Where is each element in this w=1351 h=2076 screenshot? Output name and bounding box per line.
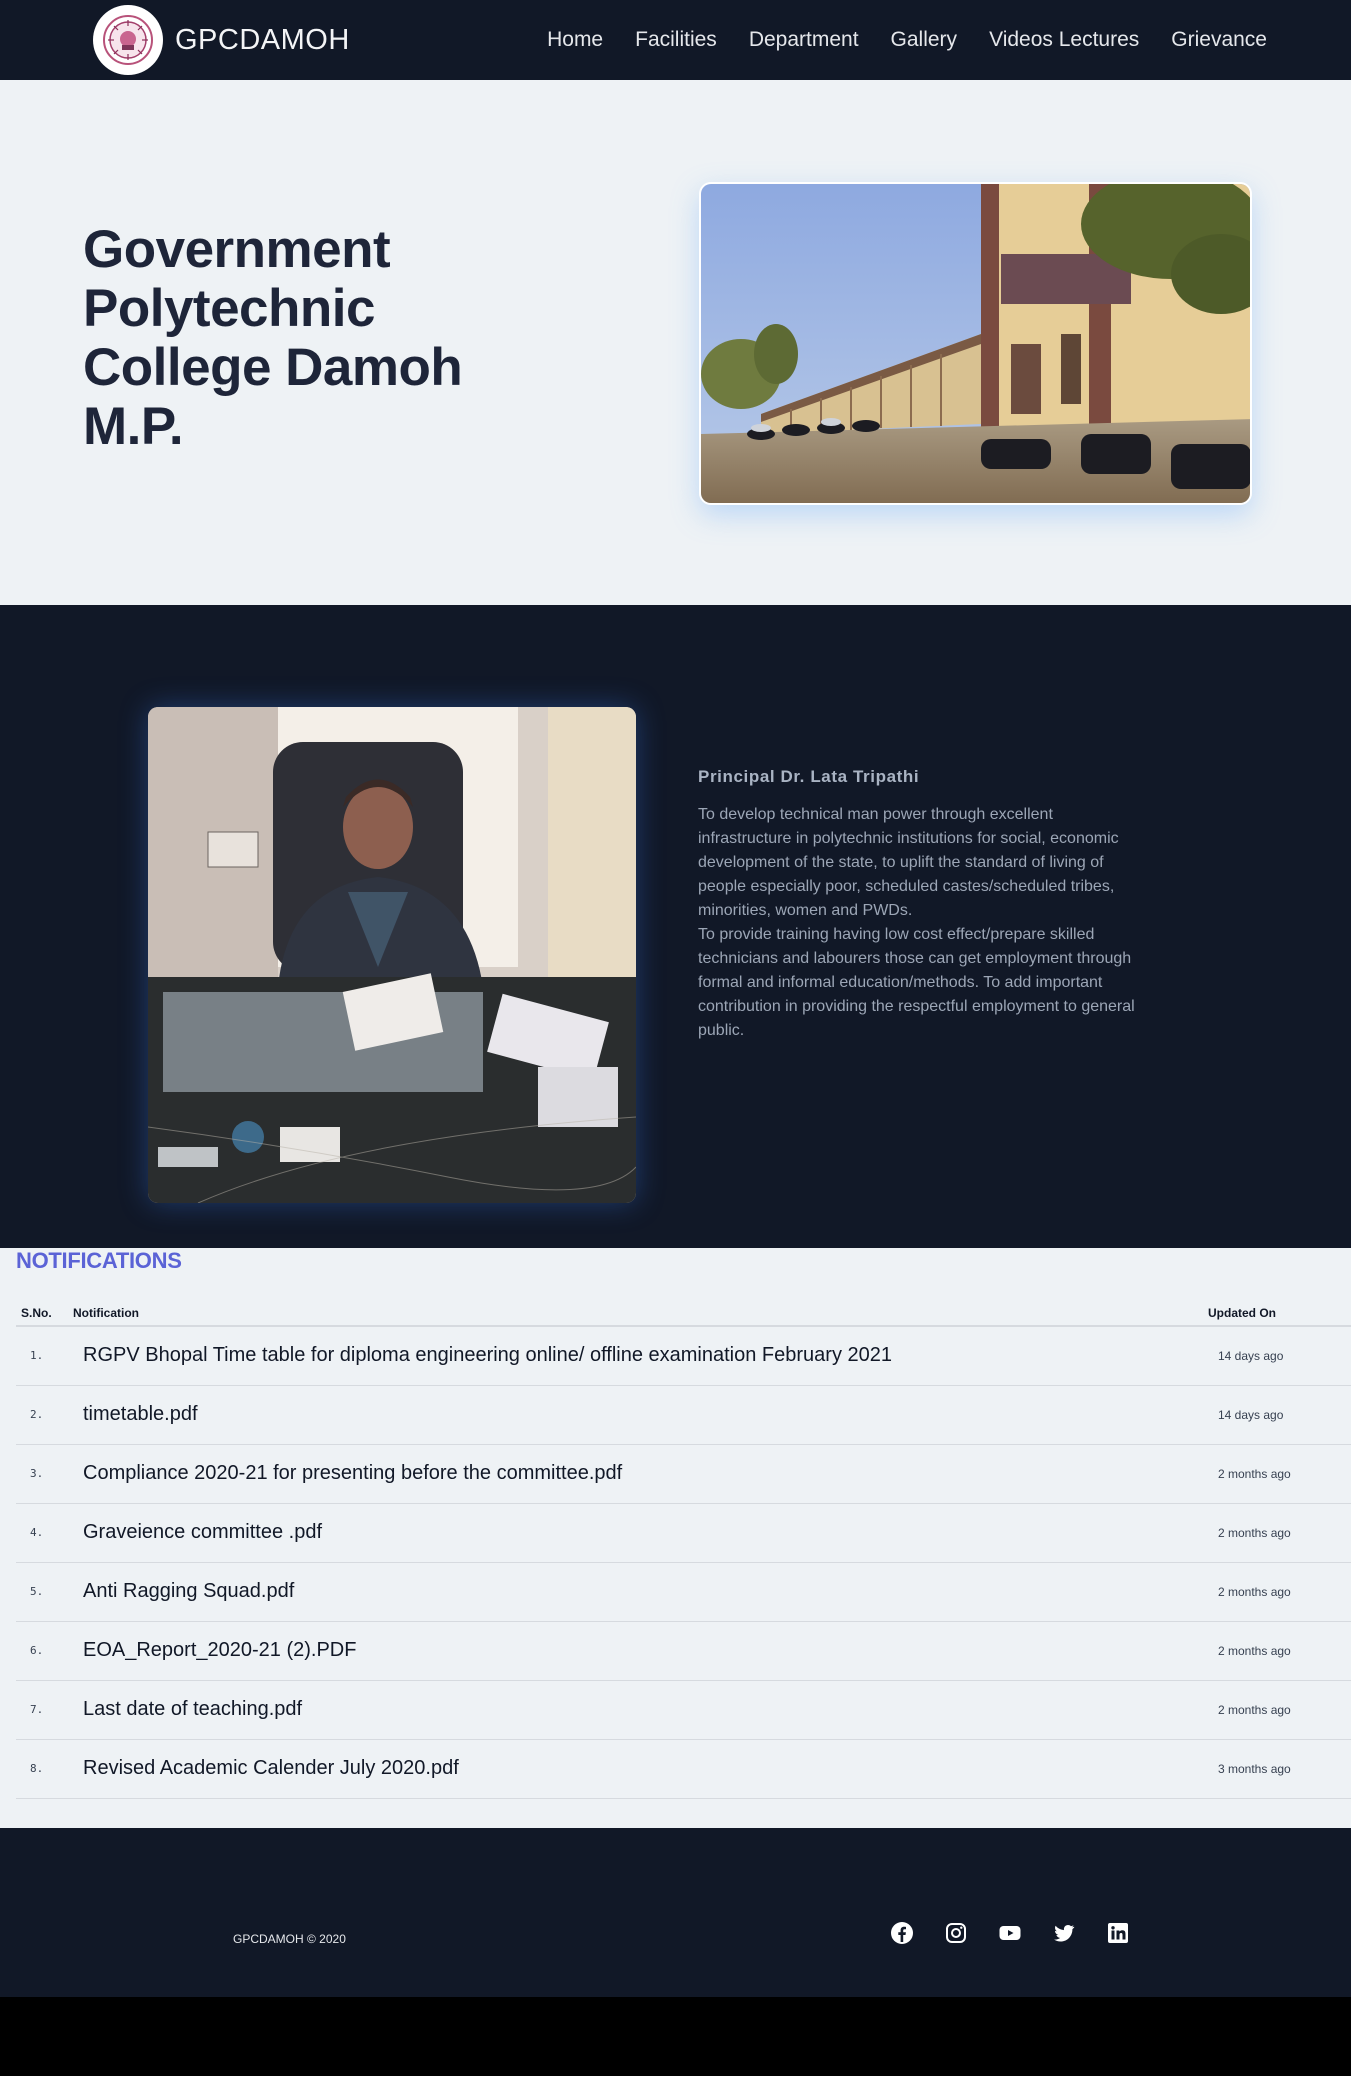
row-sno: 7. bbox=[16, 1680, 73, 1740]
notification-link[interactable]: RGPV Bhopal Time table for diploma engin… bbox=[73, 1344, 892, 1366]
notifications-table: S.No. Notification Updated On 1. RGPV Bh… bbox=[16, 1300, 1351, 1799]
instagram-icon[interactable] bbox=[944, 1921, 968, 1945]
notification-link[interactable]: Graveience committee .pdf bbox=[73, 1521, 322, 1543]
table-row: 2. timetable.pdf 14 days ago bbox=[16, 1385, 1351, 1445]
notification-link[interactable]: Compliance 2020-21 for presenting before… bbox=[73, 1462, 622, 1484]
notification-link[interactable]: EOA_Report_2020-21 (2).PDF bbox=[73, 1639, 356, 1661]
nav-videos-lectures[interactable]: Videos Lectures bbox=[989, 28, 1139, 51]
row-sno: 6. bbox=[16, 1621, 73, 1681]
notification-link[interactable]: Last date of teaching.pdf bbox=[73, 1698, 302, 1720]
nav-home[interactable]: Home bbox=[547, 28, 603, 51]
college-logo bbox=[93, 5, 163, 75]
principal-section: Principal Dr. Lata Tripathi To develop t… bbox=[0, 605, 1351, 1248]
nav-facilities[interactable]: Facilities bbox=[635, 28, 717, 51]
facebook-icon[interactable] bbox=[890, 1921, 914, 1945]
column-header-updated: Updated On bbox=[1208, 1300, 1351, 1327]
table-header-row: S.No. Notification Updated On bbox=[16, 1300, 1351, 1327]
row-updated: 3 months ago bbox=[1208, 1739, 1351, 1799]
hero-section: Government Polytechnic College Damoh M.P… bbox=[0, 80, 1351, 605]
nav-gallery[interactable]: Gallery bbox=[891, 28, 958, 51]
column-header-sno: S.No. bbox=[16, 1300, 73, 1327]
row-updated: 2 months ago bbox=[1208, 1503, 1351, 1563]
copyright-text: GPCDAMOH © 2020 bbox=[233, 1932, 346, 1946]
nav-department[interactable]: Department bbox=[749, 28, 859, 51]
footer: GPCDAMOH © 2020 bbox=[0, 1828, 1351, 1997]
hero-title: Government Polytechnic College Damoh M.P… bbox=[83, 220, 463, 456]
principal-name: Principal Dr. Lata Tripathi bbox=[698, 767, 920, 786]
row-sno: 1. bbox=[16, 1326, 73, 1386]
table-row: 4. Graveience committee .pdf 2 months ag… bbox=[16, 1503, 1351, 1563]
principal-photo bbox=[148, 707, 636, 1203]
main-nav: Home Facilities Department Gallery Video… bbox=[547, 0, 1267, 80]
row-sno: 4. bbox=[16, 1503, 73, 1563]
table-row: 7. Last date of teaching.pdf 2 months ag… bbox=[16, 1680, 1351, 1740]
table-row: 5. Anti Ragging Squad.pdf 2 months ago bbox=[16, 1562, 1351, 1622]
row-sno: 2. bbox=[16, 1385, 73, 1445]
brand-name: GPCDAMOH bbox=[175, 23, 350, 56]
notification-link[interactable]: timetable.pdf bbox=[73, 1403, 198, 1425]
principal-mission-text: To develop technical man power through e… bbox=[698, 806, 1135, 1039]
notification-link[interactable]: Revised Academic Calender July 2020.pdf bbox=[73, 1757, 459, 1779]
row-updated: 14 days ago bbox=[1208, 1385, 1351, 1445]
navbar: GPCDAMOH Home Facilities Department Gall… bbox=[0, 0, 1351, 80]
youtube-icon[interactable] bbox=[998, 1921, 1022, 1945]
notification-link[interactable]: Anti Ragging Squad.pdf bbox=[73, 1580, 294, 1602]
brand-link[interactable]: GPCDAMOH bbox=[93, 5, 350, 75]
row-updated: 2 months ago bbox=[1208, 1680, 1351, 1740]
table-row: 8. Revised Academic Calender July 2020.p… bbox=[16, 1739, 1351, 1799]
row-updated: 14 days ago bbox=[1208, 1326, 1351, 1386]
notifications-section: NOTIFICATIONS S.No. Notification Updated… bbox=[0, 1248, 1351, 1828]
page-bottom-band bbox=[0, 1997, 1351, 2076]
row-sno: 8. bbox=[16, 1739, 73, 1799]
table-row: 6. EOA_Report_2020-21 (2).PDF 2 months a… bbox=[16, 1621, 1351, 1681]
college-building-photo bbox=[699, 182, 1252, 505]
twitter-icon[interactable] bbox=[1052, 1921, 1076, 1945]
linkedin-icon[interactable] bbox=[1106, 1921, 1130, 1945]
row-updated: 2 months ago bbox=[1208, 1444, 1351, 1504]
nav-grievance[interactable]: Grievance bbox=[1171, 28, 1267, 51]
column-header-notification: Notification bbox=[73, 1300, 1208, 1327]
table-row: 1. RGPV Bhopal Time table for diploma en… bbox=[16, 1326, 1351, 1386]
row-sno: 3. bbox=[16, 1444, 73, 1504]
row-updated: 2 months ago bbox=[1208, 1562, 1351, 1622]
social-links bbox=[890, 1921, 1130, 1945]
notifications-title: NOTIFICATIONS bbox=[16, 1248, 182, 1273]
row-sno: 5. bbox=[16, 1562, 73, 1622]
row-updated: 2 months ago bbox=[1208, 1621, 1351, 1681]
table-row: 3. Compliance 2020-21 for presenting bef… bbox=[16, 1444, 1351, 1504]
